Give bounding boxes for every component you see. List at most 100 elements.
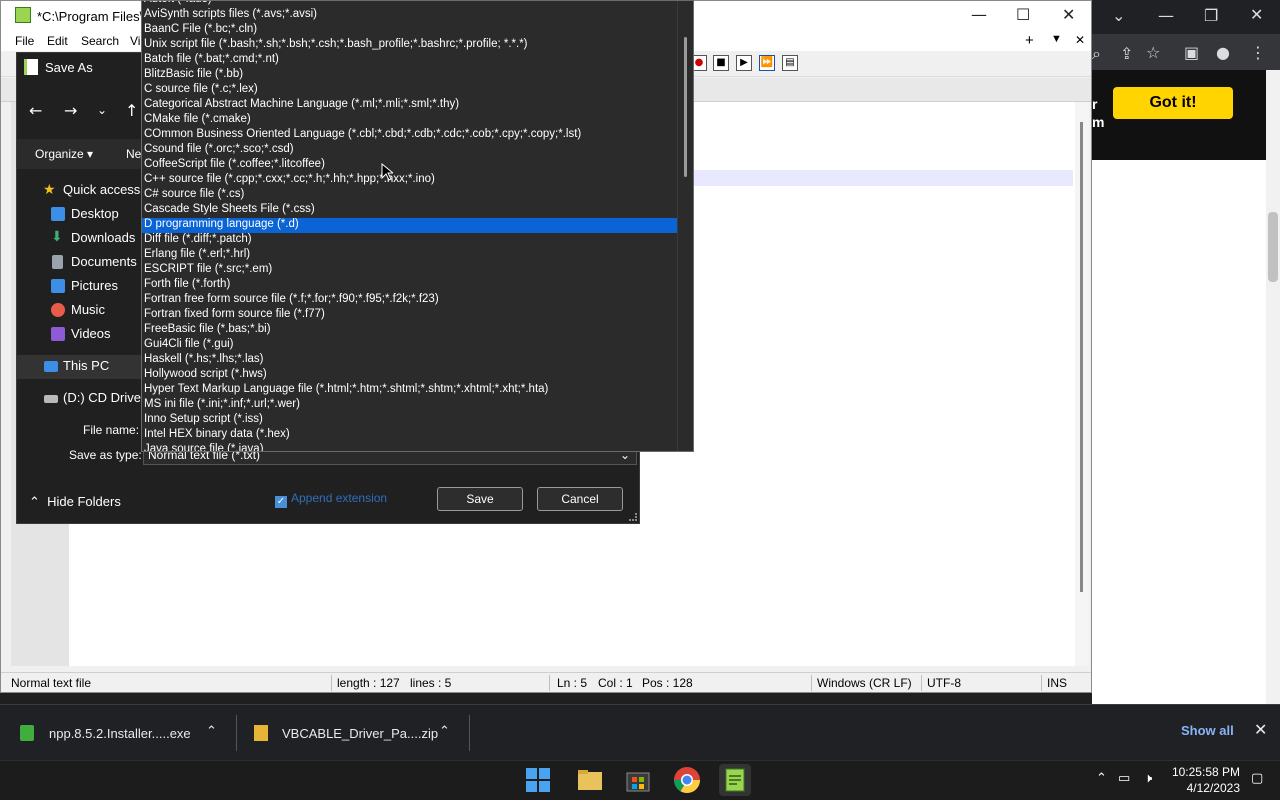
maximize-icon[interactable]: ☐ <box>1016 5 1030 24</box>
dropdown-option[interactable]: Erlang file (*.erl;*.hrl) <box>142 248 678 263</box>
menu-search[interactable]: Search <box>81 34 119 48</box>
dropdown-option[interactable]: COmmon Business Oriented Language (*.cbl… <box>142 128 678 143</box>
got-it-button[interactable]: Got it! <box>1113 87 1233 119</box>
chrome-icon[interactable] <box>671 764 703 796</box>
notepadpp-taskbar-icon[interactable] <box>719 764 751 796</box>
dropdown-option[interactable]: Hollywood script (*.hws) <box>142 368 678 383</box>
save-type-dropdown-list[interactable]: AutoIt (*.au3)AviSynth scripts files (*.… <box>141 0 694 452</box>
menu-edit[interactable]: Edit <box>47 34 68 48</box>
dropdown-option[interactable]: ESCRIPT file (*.src;*.em) <box>142 263 678 278</box>
dropdown-option[interactable]: Haskell (*.hs;*.lhs;*.las) <box>142 353 678 368</box>
dropdown-option[interactable]: CMake file (*.cmake) <box>142 113 678 128</box>
share-icon[interactable]: ⇪ <box>1120 44 1133 63</box>
sidebar-item-documents[interactable]: Documents <box>17 251 147 275</box>
scrollbar-thumb[interactable] <box>1080 122 1083 592</box>
dropdown-option[interactable]: Fortran fixed form source file (*.f77) <box>142 308 678 323</box>
sidebar-item-quick-access[interactable]: ★ Quick access <box>17 179 147 203</box>
forward-arrow-icon[interactable]: → <box>64 101 77 120</box>
close-icon[interactable]: ✕ <box>1250 5 1263 24</box>
plus-icon[interactable]: + <box>1025 32 1034 49</box>
organize-button[interactable]: Organize ▾ <box>35 147 93 161</box>
dropdown-option[interactable]: Categorical Abstract Machine Language (*… <box>142 98 678 113</box>
chevron-down-icon[interactable]: ⌄ <box>97 103 107 117</box>
menu-file[interactable]: File <box>15 34 34 48</box>
page-scrollbar[interactable] <box>1266 70 1280 704</box>
editor-scrollbar[interactable] <box>1075 102 1089 666</box>
download-item[interactable]: VBCABLE_Driver_Pa....zip ⌃ <box>237 705 469 761</box>
sidepanel-icon[interactable]: ▣ <box>1184 43 1199 62</box>
sidebar-item-videos[interactable]: Videos <box>17 323 147 347</box>
dropdown-option[interactable]: C source file (*.c;*.lex) <box>142 83 678 98</box>
dropdown-option[interactable]: Unix script file (*.bash;*.sh;*.bsh;*.cs… <box>142 38 678 53</box>
play-macro-icon[interactable]: ▶ <box>736 55 752 71</box>
network-icon[interactable]: ▭ <box>1118 771 1130 786</box>
sidebar-item-desktop[interactable]: Desktop <box>17 203 147 227</box>
dropdown-option[interactable]: Java source file (*.java) <box>142 443 678 451</box>
sidebar-item-this-pc[interactable]: This PC <box>17 355 147 379</box>
dropdown-option[interactable]: BaanC File (*.bc;*.cln) <box>142 23 678 38</box>
close-tab-icon[interactable]: ✕ <box>1075 33 1085 47</box>
hide-folders-button[interactable]: ⌃ Hide Folders <box>29 494 121 510</box>
search-icon[interactable]: ⌕ <box>1092 44 1101 64</box>
volume-muted-icon[interactable]: 🕨 <box>1144 771 1152 786</box>
system-clock[interactable]: 10:25:58 PM 4/12/2023 <box>1170 764 1240 796</box>
dropdown-option[interactable]: D programming language (*.d) <box>142 218 678 233</box>
dropdown-option[interactable]: Cascade Style Sheets File (*.css) <box>142 203 678 218</box>
dropdown-option[interactable]: MS ini file (*.ini;*.inf;*.url;*.wer) <box>142 398 678 413</box>
scrollbar-thumb[interactable] <box>1268 212 1278 282</box>
sidebar-item-music[interactable]: Music <box>17 299 147 323</box>
dropdown-option[interactable]: Gui4Cli file (*.gui) <box>142 338 678 353</box>
dropdown-option[interactable]: CoffeeScript file (*.coffee;*.litcoffee) <box>142 158 678 173</box>
star-icon[interactable]: ☆ <box>1146 43 1160 62</box>
chevron-up-icon[interactable]: ⌃ <box>1096 771 1107 786</box>
chevron-up-icon[interactable]: ⌃ <box>439 724 450 739</box>
chevron-up-icon[interactable]: ⌃ <box>206 724 217 739</box>
download-item[interactable]: npp.8.5.2.Installer.....exe ⌃ <box>0 705 236 761</box>
stop-macro-icon[interactable]: ■ <box>713 55 729 71</box>
save-button[interactable]: Save <box>437 487 523 511</box>
cancel-button[interactable]: Cancel <box>537 487 623 511</box>
restore-icon[interactable]: ❐ <box>1204 6 1218 25</box>
new-folder-button[interactable]: Ne <box>126 147 141 161</box>
dropdown-option[interactable]: AutoIt (*.au3) <box>142 1 678 8</box>
resize-grip[interactable] <box>629 513 637 521</box>
profile-icon[interactable]: ● <box>1216 43 1230 62</box>
scrollbar-thumb[interactable] <box>684 37 687 177</box>
close-icon[interactable]: ✕ <box>1254 720 1267 739</box>
file-explorer-icon[interactable] <box>574 764 606 796</box>
dropdown-option[interactable]: C++ source file (*.cpp;*.cxx;*.cc;*.h;*.… <box>142 173 678 188</box>
back-arrow-icon[interactable]: ← <box>29 101 42 120</box>
menu-view[interactable]: Vi <box>130 34 140 48</box>
up-arrow-icon[interactable]: ↑ <box>125 101 138 120</box>
sidebar-item-downloads[interactable]: ⬇ Downloads <box>17 227 147 251</box>
sidebar-item-cd-drive[interactable]: (D:) CD Drive <box>17 387 147 411</box>
save-macro-icon[interactable]: ▤ <box>782 55 798 71</box>
chevron-down-icon[interactable]: ⌄ <box>1112 6 1125 25</box>
dropdown-option[interactable]: Fortran free form source file (*.f;*.for… <box>142 293 678 308</box>
dropdown-option[interactable]: Diff file (*.diff;*.patch) <box>142 233 678 248</box>
menu-kebab-icon[interactable]: ⋮ <box>1250 43 1266 62</box>
dropdown-arrow-icon[interactable]: ▼ <box>1051 33 1062 45</box>
dropdown-option[interactable]: BlitzBasic file (*.bb) <box>142 68 678 83</box>
append-extension-checkbox[interactable]: ✓ Append extension <box>275 491 387 508</box>
dropdown-option[interactable]: FreeBasic file (*.bas;*.bi) <box>142 323 678 338</box>
dropdown-option[interactable]: Intel HEX binary data (*.hex) <box>142 428 678 443</box>
start-icon[interactable] <box>522 764 554 796</box>
sidebar-item-pictures[interactable]: Pictures <box>17 275 147 299</box>
dropdown-option[interactable]: Forth file (*.forth) <box>142 278 678 293</box>
dropdown-option[interactable]: AviSynth scripts files (*.avs;*.avsi) <box>142 8 678 23</box>
dropdown-option[interactable]: Batch file (*.bat;*.cmd;*.nt) <box>142 53 678 68</box>
minimize-icon[interactable]: — <box>971 5 987 24</box>
minimize-icon[interactable]: — <box>1158 6 1174 25</box>
run-macro-multiple-icon[interactable]: ⏩ <box>759 55 775 71</box>
dropdown-option[interactable]: Inno Setup script (*.iss) <box>142 413 678 428</box>
show-all-downloads-link[interactable]: Show all <box>1181 723 1234 738</box>
dropdown-scrollbar[interactable] <box>677 1 693 451</box>
dropdown-option[interactable]: Hyper Text Markup Language file (*.html;… <box>142 383 678 398</box>
dropdown-option[interactable]: Csound file (*.orc;*.sco;*.csd) <box>142 143 678 158</box>
store-icon[interactable] <box>622 764 654 796</box>
notification-icon[interactable]: ▢ <box>1251 771 1263 786</box>
close-icon[interactable]: ✕ <box>1062 5 1075 24</box>
cd-drive-icon <box>44 395 58 403</box>
dropdown-option[interactable]: C# source file (*.cs) <box>142 188 678 203</box>
